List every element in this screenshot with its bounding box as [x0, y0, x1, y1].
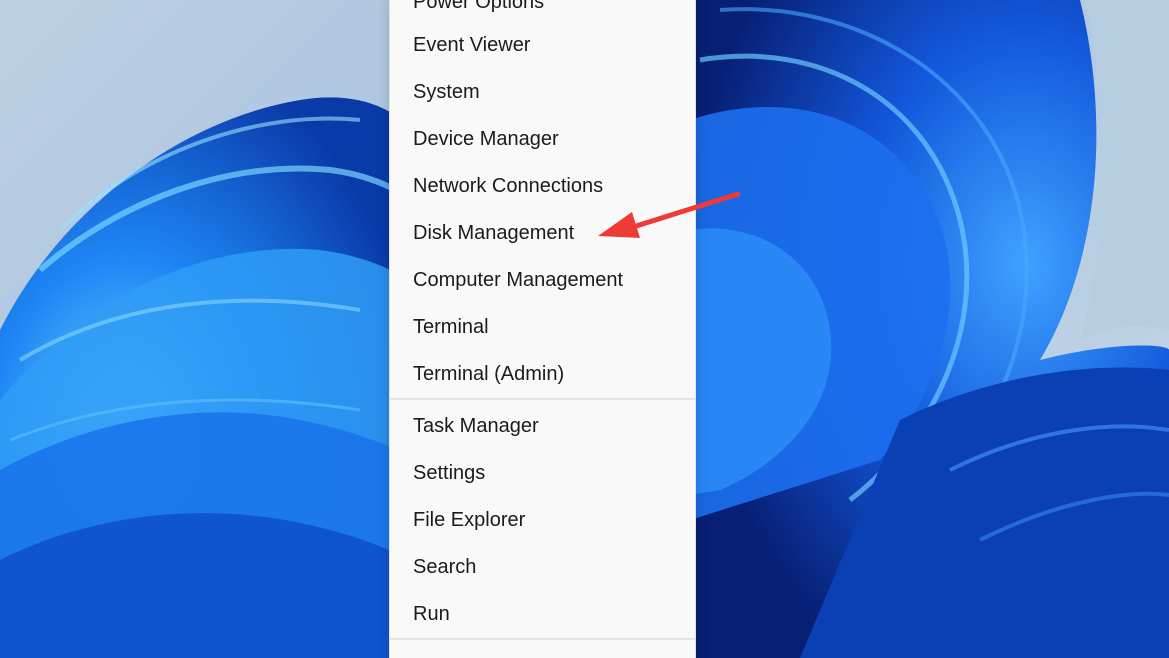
menu-item-computer-management[interactable]: Computer Management: [390, 258, 695, 302]
menu-item-power-options[interactable]: Power Options: [390, 0, 695, 24]
desktop: Power Options Event Viewer System Device…: [0, 0, 1169, 658]
winx-context-menu: Power Options Event Viewer System Device…: [389, 0, 696, 658]
menu-item-disk-management[interactable]: Disk Management: [390, 211, 695, 255]
menu-item-run[interactable]: Run: [390, 592, 695, 636]
menu-item-settings[interactable]: Settings: [390, 451, 695, 495]
menu-separator: [390, 638, 695, 640]
menu-item-file-explorer[interactable]: File Explorer: [390, 498, 695, 542]
menu-item-system[interactable]: System: [390, 70, 695, 114]
menu-item-search[interactable]: Search: [390, 545, 695, 589]
menu-item-terminal[interactable]: Terminal: [390, 305, 695, 349]
menu-item-task-manager[interactable]: Task Manager: [390, 404, 695, 448]
menu-item-terminal-admin[interactable]: Terminal (Admin): [390, 352, 695, 396]
menu-item-device-manager[interactable]: Device Manager: [390, 117, 695, 161]
menu-separator: [390, 398, 695, 400]
menu-item-event-viewer[interactable]: Event Viewer: [390, 23, 695, 67]
menu-item-network-connections[interactable]: Network Connections: [390, 164, 695, 208]
